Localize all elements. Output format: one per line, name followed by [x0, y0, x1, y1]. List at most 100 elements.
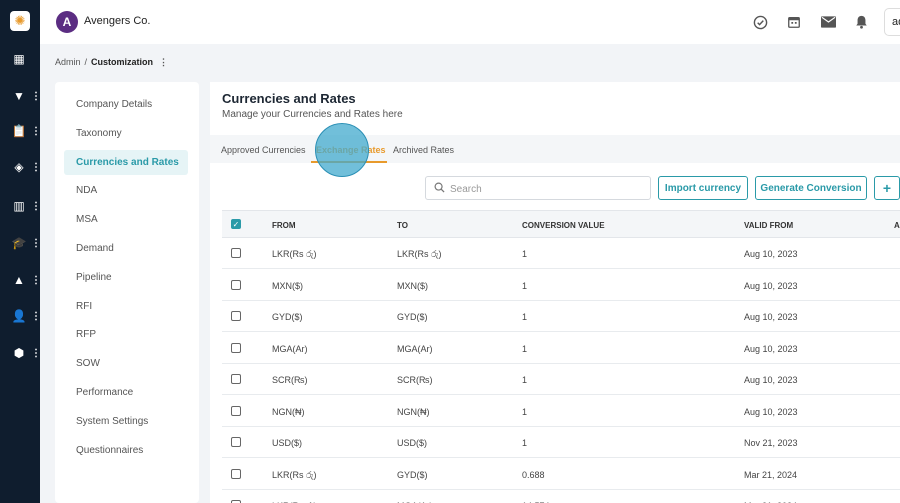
side-nav-item-rfp[interactable]: RFP [64, 322, 188, 347]
cell-from: GYD($) [272, 312, 303, 322]
side-nav-item-system-settings[interactable]: System Settings [64, 409, 188, 434]
search-icon [434, 182, 445, 196]
calendar-icon[interactable] [785, 13, 803, 31]
table-row[interactable]: LKR(Rs රු) GYD($) 0.688 Mar 21, 2024 [222, 459, 900, 490]
settings-shield-icon: ⬢ [13, 346, 25, 360]
rail-more-icon[interactable]: ⋮ [31, 162, 41, 173]
cell-from: SCR(₨) [272, 375, 308, 385]
cell-value: 1 [522, 438, 528, 448]
generate-conversion-button[interactable]: Generate Conversion [755, 176, 867, 200]
top-header: A Avengers Co. ad [40, 0, 900, 44]
tab-approved-currencies[interactable]: Approved Currencies [221, 145, 306, 155]
rail-item-shapes[interactable]: ▲ ⋮ [0, 270, 41, 290]
table-row[interactable]: NGN(₦) NGN(₦) 1 Aug 10, 2023 [222, 396, 900, 427]
rail-more-icon[interactable]: ⋮ [31, 91, 41, 102]
table-row[interactable]: MGA(Ar) MGA(Ar) 1 Aug 10, 2023 [222, 333, 900, 364]
cell-from: MXN($) [272, 280, 303, 291]
table-row[interactable]: USD($) USD($) 1 Nov 21, 2023 [222, 427, 900, 458]
row-checkbox[interactable] [231, 437, 241, 447]
table-row[interactable]: LKR(Rs රු) LKR(Rs රු) 1 Aug 10, 2023 [222, 238, 900, 269]
add-rate-button[interactable]: + [874, 176, 900, 200]
column-valid-from[interactable]: VALID FROM [744, 221, 793, 230]
click-indicator [315, 123, 369, 177]
column-to[interactable]: TO [397, 221, 408, 230]
mail-icon[interactable] [819, 13, 837, 31]
row-checkbox[interactable] [231, 374, 241, 384]
side-nav-item-currencies-and-rates[interactable]: Currencies and Rates [64, 149, 188, 175]
rail-more-icon[interactable]: ⋮ [31, 238, 41, 249]
breadcrumb-separator: / [84, 57, 88, 67]
filter-icon: ▼ [13, 89, 25, 103]
side-nav-item-nda[interactable]: NDA [64, 178, 188, 203]
row-checkbox[interactable] [231, 405, 241, 416]
column-conversion-value[interactable]: CONVERSION VALUE [522, 221, 605, 230]
user-menu-button[interactable]: ad [884, 8, 900, 36]
row-checkbox[interactable] [231, 248, 241, 258]
handshake-icon: ◈ [14, 160, 24, 174]
side-nav-item-pipeline[interactable]: Pipeline [64, 265, 188, 290]
rail-item-settings-shield[interactable]: ⬢ ⋮ [0, 343, 41, 363]
side-nav-item-msa[interactable]: MSA [64, 207, 188, 232]
select-all-checkbox[interactable]: ✓ [231, 219, 241, 229]
rail-more-icon[interactable]: ⋮ [31, 275, 41, 286]
clipboard-icon: 📋 [11, 124, 27, 138]
rail-item-handshake[interactable]: ◈ ⋮ [0, 157, 41, 177]
cell-valid-from: Nov 21, 2023 [744, 438, 798, 448]
rail-item-dashboard[interactable]: ▦ [0, 49, 40, 69]
rail-item-filter[interactable]: ▼ ⋮ [0, 86, 41, 106]
cell-valid-from: Aug 10, 2023 [744, 280, 798, 291]
cell-from: MGA(Ar) [272, 343, 308, 354]
table-row[interactable]: SCR(₨) SCR(₨) 1 Aug 10, 2023 [222, 364, 900, 395]
table-row[interactable]: MXN($) MXN($) 1 Aug 10, 2023 [222, 270, 900, 301]
user-icon: 👤 [11, 309, 27, 323]
side-nav-item-sow[interactable]: SOW [64, 351, 188, 376]
cell-valid-from: Aug 10, 2023 [744, 312, 798, 322]
cell-value: 0.688 [522, 469, 545, 480]
cell-value: 1 [522, 375, 528, 385]
cell-valid-from: Aug 10, 2023 [744, 406, 798, 417]
tab-archived-rates[interactable]: Archived Rates [393, 145, 454, 155]
side-nav-item-rfi[interactable]: RFI [64, 294, 188, 319]
side-nav-item-company-details[interactable]: Company Details [64, 92, 188, 117]
rail-more-icon[interactable]: ⋮ [31, 311, 41, 322]
rail-item-building[interactable]: ▥ ⋮ [0, 196, 41, 216]
cell-from: LKR(Rs රු) [272, 469, 317, 480]
search-input[interactable] [450, 181, 640, 197]
rail-more-icon[interactable]: ⋮ [31, 201, 41, 212]
dashboard-icon: ▦ [13, 52, 25, 66]
rail-item-clipboard[interactable]: 📋 ⋮ [0, 121, 41, 141]
main-panel: Currencies and Rates Manage your Currenc… [210, 82, 900, 503]
column-truncated[interactable]: A [894, 221, 900, 230]
side-nav-item-performance[interactable]: Performance [64, 380, 188, 405]
breadcrumb-more-icon[interactable]: ⋮ [159, 57, 168, 68]
building-icon: ▥ [13, 199, 25, 213]
table-row[interactable]: GYD($) GYD($) 1 Aug 10, 2023 [222, 301, 900, 332]
page-subtitle: Manage your Currencies and Rates here [222, 109, 403, 120]
rail-more-icon[interactable]: ⋮ [31, 126, 41, 137]
search-box [425, 176, 651, 200]
cell-valid-from: Mar 21, 2024 [744, 469, 798, 480]
row-checkbox[interactable] [231, 279, 241, 290]
tab-bar [210, 135, 900, 163]
row-checkbox[interactable] [231, 342, 241, 353]
breadcrumb: Admin / Customization ⋮ [55, 57, 168, 68]
cell-value: 1 [522, 343, 528, 354]
row-checkbox[interactable] [231, 468, 241, 479]
cell-to: GYD($) [397, 312, 428, 322]
side-nav-item-demand[interactable]: Demand [64, 236, 188, 261]
import-currency-button[interactable]: Import currency [658, 176, 748, 200]
side-nav-item-questionnaires[interactable]: Questionnaires [64, 438, 188, 463]
app-logo-icon[interactable]: ✺ [10, 11, 30, 31]
rail-item-user[interactable]: 👤 ⋮ [0, 306, 41, 326]
rail-item-graduation-cap[interactable]: 🎓 ⋮ [0, 233, 41, 253]
side-nav-item-taxonomy[interactable]: Taxonomy [64, 121, 188, 146]
rail-more-icon[interactable]: ⋮ [31, 348, 41, 359]
column-from[interactable]: FROM [272, 221, 296, 230]
table-row[interactable]: LKR(Rs රු)MGA(Ar)14.574Mar 21, 2024 [222, 490, 900, 503]
bell-icon[interactable] [852, 13, 870, 31]
shapes-icon: ▲ [13, 273, 25, 287]
row-checkbox[interactable] [231, 311, 241, 321]
cell-to: MGA(Ar) [397, 343, 433, 354]
breadcrumb-admin-link[interactable]: Admin [55, 57, 81, 68]
check-circle-icon[interactable] [751, 13, 769, 31]
